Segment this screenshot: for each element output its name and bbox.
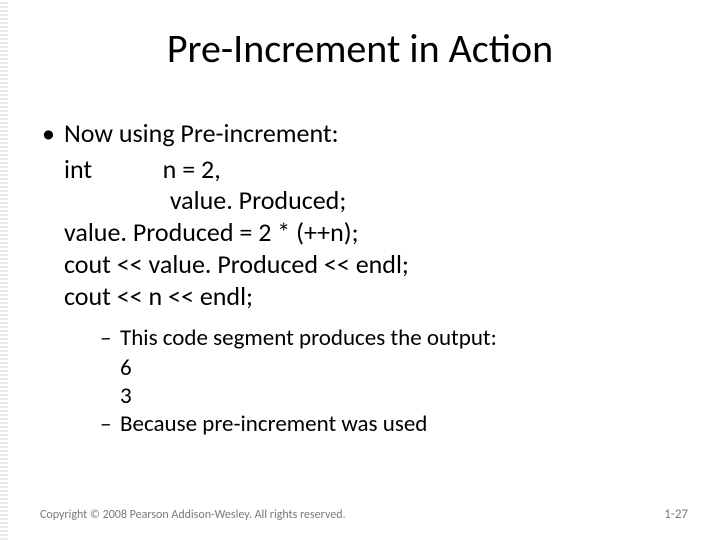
copyright-footer: Copyright © 2008 Pearson Addison-Wesley.…: [40, 508, 346, 522]
binding-edge-decor: [0, 0, 8, 540]
code-line-3: value. Produced = 2 * (++n);: [64, 216, 359, 248]
code-block: int n = 2, value. Produced; value. Produ…: [42, 154, 678, 313]
output-line-2: 3: [100, 382, 678, 410]
code-line-1-keyword: int: [64, 153, 92, 185]
slide-body: Now using Pre-increment: int n = 2, valu…: [42, 118, 678, 441]
code-line-4: cout << value. Produced << endl;: [64, 248, 409, 280]
bullet-main: Now using Pre-increment:: [42, 118, 678, 150]
sub-bullet-output-intro: This code segment produces the output:: [100, 324, 678, 352]
code-line-2: value. Produced;: [170, 184, 346, 216]
slide-title: Pre-Increment in Action: [0, 24, 720, 73]
code-line-5: cout << n << endl;: [64, 280, 253, 312]
page-number: 1-27: [664, 507, 688, 522]
sub-bullet-reason: Because pre-increment was used: [100, 410, 678, 438]
code-line-1-rest: n = 2,: [163, 153, 221, 185]
sub-list: This code segment produces the output: 6…: [42, 324, 678, 438]
slide: Pre-Increment in Action Now using Pre-in…: [0, 0, 720, 540]
output-line-1: 6: [100, 354, 678, 382]
